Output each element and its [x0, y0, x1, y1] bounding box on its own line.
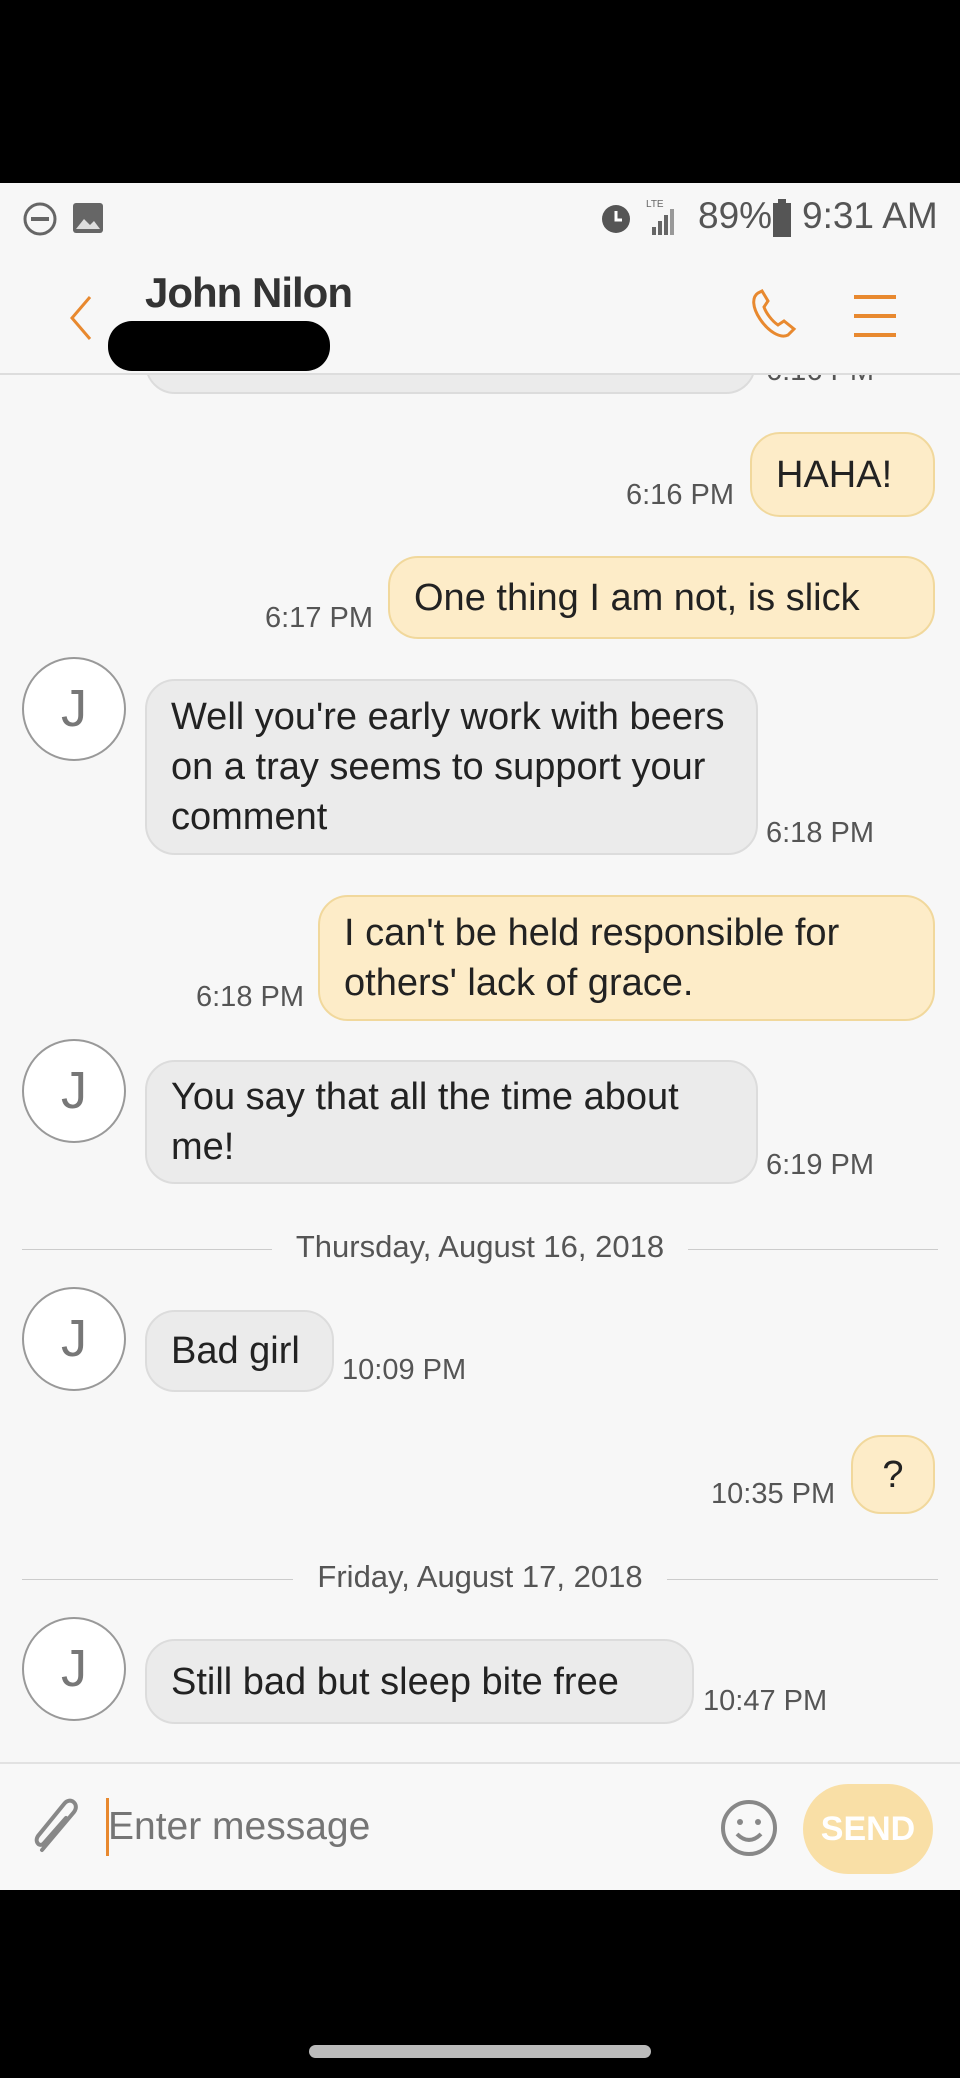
message-bubble-incoming[interactable]: Well you're early work with beers on a t…	[145, 679, 758, 855]
message-time: 6:18 PM	[766, 817, 874, 849]
message-time: 10:47 PM	[703, 1685, 828, 1717]
message-time: 10:35 PM	[711, 1478, 836, 1510]
menu-icon[interactable]	[854, 293, 896, 339]
message-bubble-outgoing[interactable]: I can't be held responsible for others' …	[318, 895, 935, 1021]
message-time: 6:19 PM	[766, 1149, 874, 1181]
message-text: You say that all the time about me!	[171, 1076, 679, 1168]
attach-paperclip-icon[interactable]	[30, 1798, 86, 1860]
conversation-header: John Nilon	[0, 253, 960, 375]
redacted-number	[108, 321, 330, 371]
contact-avatar[interactable]: J	[22, 1617, 126, 1721]
back-arrow-icon[interactable]	[66, 293, 96, 343]
message-text: ?	[882, 1453, 904, 1496]
messaging-screen: LTE 89% 9:31 AM John Nilon 6:16 PM HAHA!…	[0, 183, 960, 1890]
date-divider: Thursday, August 16, 2018	[0, 1229, 960, 1265]
message-text: I can't be held responsible for others' …	[344, 912, 840, 1004]
date-divider: Friday, August 17, 2018	[0, 1559, 960, 1595]
message-text: One thing I am not, is slick	[414, 576, 860, 619]
message-time: 6:16 PM	[626, 479, 734, 511]
contact-avatar[interactable]: J	[22, 1287, 126, 1391]
contact-avatar[interactable]: J	[22, 657, 126, 761]
message-text: HAHA!	[776, 453, 893, 496]
contact-avatar[interactable]: J	[22, 1039, 126, 1143]
message-bubble-incoming[interactable]: Bad girl	[145, 1310, 334, 1392]
message-time: 6:17 PM	[265, 602, 373, 634]
message-bubble-outgoing[interactable]: ?	[851, 1435, 935, 1514]
message-composer: SEND	[0, 1762, 960, 1890]
message-bubble-incoming[interactable]: Still bad but sleep bite free	[145, 1639, 694, 1724]
message-text: Well you're early work with beers on a t…	[171, 696, 725, 838]
home-indicator[interactable]	[309, 2045, 651, 2058]
message-time: 10:09 PM	[342, 1354, 467, 1386]
contact-name[interactable]: John Nilon	[145, 269, 353, 317]
send-button[interactable]: SEND	[803, 1784, 933, 1874]
message-time: 6:18 PM	[196, 981, 304, 1013]
emoji-icon[interactable]	[720, 1798, 778, 1858]
message-bubble-outgoing[interactable]: One thing I am not, is slick	[388, 556, 935, 639]
message-input[interactable]	[108, 1794, 688, 1860]
message-bubble-outgoing[interactable]: HAHA!	[750, 432, 935, 517]
phone-call-icon[interactable]	[748, 289, 800, 341]
message-list[interactable]: 6:16 PM HAHA! 6:16 PM One thing I am not…	[0, 183, 960, 1762]
message-text: Bad girl	[171, 1330, 300, 1372]
message-text: Still bad but sleep bite free	[171, 1660, 619, 1703]
message-bubble-incoming[interactable]: You say that all the time about me!	[145, 1060, 758, 1184]
